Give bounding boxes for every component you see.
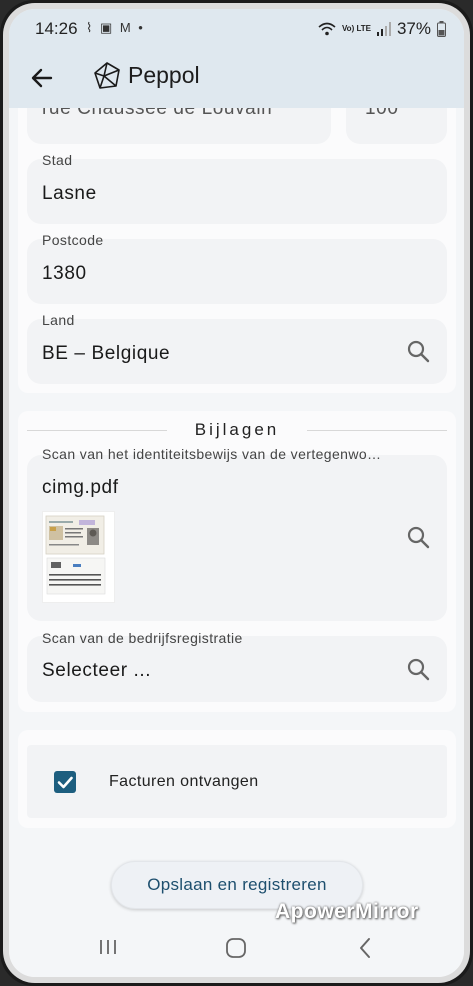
home-icon[interactable] (225, 937, 247, 964)
registration-label: Scan van de bedrijfsregistratie (42, 630, 243, 646)
house-number-value: 100 (365, 108, 399, 119)
scroll-content[interactable]: rue Chaussée de Louvain 100 Stad Lasne P… (9, 108, 464, 921)
back-arrow-icon[interactable] (27, 63, 57, 93)
postcode-value: 1380 (42, 263, 87, 284)
system-nav-bar (9, 921, 464, 977)
postcode-field[interactable] (27, 239, 447, 304)
city-label: Stad (42, 152, 73, 168)
id-scan-filename: cimg.pdf (42, 477, 119, 498)
attachments-title: Bijlagen (194, 420, 280, 439)
screen: 14:26 ⌇ ▣ M • Vo) LTE 37% Peppol rue Cha… (9, 9, 464, 977)
street-value: rue Chaussée de Louvain (42, 108, 273, 119)
attachments-section-header: Bijlagen (27, 420, 447, 440)
notification-icons: ⌇ ▣ M • (86, 20, 145, 35)
battery-percent: 37% (396, 19, 431, 38)
top-bar: 14:26 ⌇ ▣ M • Vo) LTE 37% Peppol (9, 9, 464, 108)
phone-frame: 14:26 ⌇ ▣ M • Vo) LTE 37% Peppol rue Cha… (0, 0, 473, 986)
country-search-icon[interactable] (406, 339, 432, 365)
app-bar: Peppol (9, 53, 464, 103)
receive-invoices-checkbox[interactable] (54, 771, 76, 793)
registration-value: Selecteer ... (42, 660, 152, 681)
battery-icon (437, 21, 446, 37)
lte-icon: Vo) LTE (341, 24, 371, 33)
page-title: Peppol (128, 62, 200, 88)
back-nav-icon[interactable] (357, 937, 373, 964)
country-value: BE – Belgique (42, 343, 171, 364)
id-scan-thumbnail[interactable] (42, 511, 115, 603)
status-bar: 14:26 ⌇ ▣ M • Vo) LTE 37% (9, 9, 464, 47)
status-right: Vo) LTE 37% (318, 19, 446, 39)
status-time: 14:26 (35, 19, 78, 38)
id-scan-search-icon[interactable] (406, 525, 432, 551)
peppol-logo-icon (92, 61, 122, 91)
registration-search-icon[interactable] (406, 657, 432, 683)
recent-apps-icon[interactable] (98, 937, 118, 962)
postcode-label: Postcode (42, 232, 104, 248)
apowermirror-watermark: ApowerMirror (275, 900, 419, 923)
wifi-icon (318, 22, 336, 36)
country-label: Land (42, 312, 75, 328)
signal-icon (376, 22, 391, 36)
id-scan-label: Scan van het identiteitsbewijs van de ve… (42, 446, 382, 462)
receive-invoices-label: Facturen ontvangen (109, 773, 259, 790)
city-value: Lasne (42, 183, 97, 204)
